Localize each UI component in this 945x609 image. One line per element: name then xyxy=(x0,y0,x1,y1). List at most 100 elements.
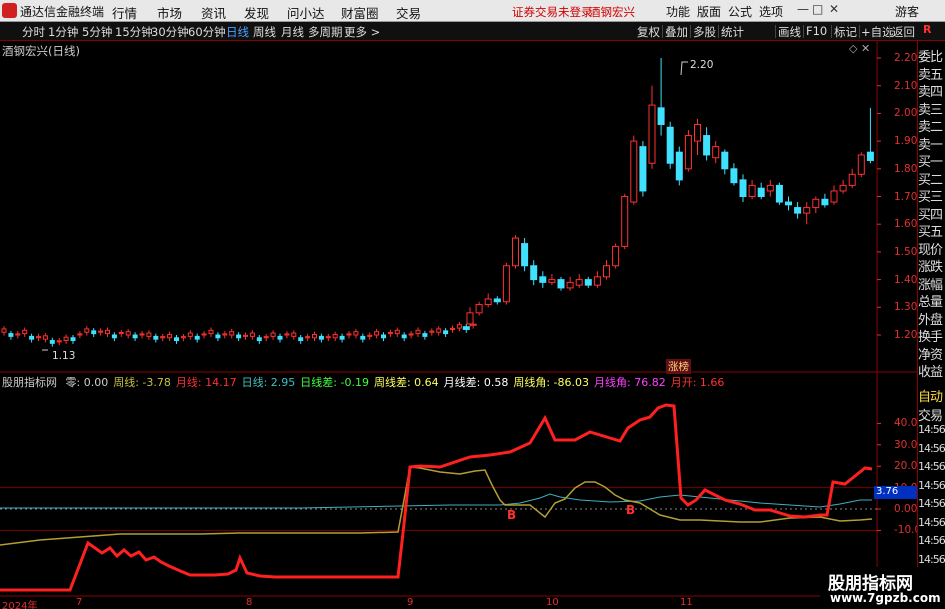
side-panel-trade-item[interactable]: 14:56 xyxy=(918,534,945,547)
candle-body xyxy=(215,334,221,339)
side-panel-item[interactable]: 换手 xyxy=(918,326,943,345)
candle-body xyxy=(367,334,373,337)
candle-body xyxy=(277,335,283,340)
candle-body xyxy=(521,243,529,267)
side-panel-item[interactable]: 买三 xyxy=(918,186,943,205)
indicator-title: 股朋指标网 零: 0.00 周线: -3.78 月线: 14.17 日线: 2.95 日… xyxy=(2,374,724,390)
side-panel-item[interactable]: 外盘 xyxy=(918,309,943,328)
candle-body xyxy=(339,335,345,340)
candle-body xyxy=(721,151,729,170)
candle-body xyxy=(675,151,683,181)
candle-body xyxy=(657,107,665,125)
candle-body xyxy=(575,279,583,286)
candle-body xyxy=(49,340,55,344)
side-panel-trade-item[interactable]: 14:56 xyxy=(918,553,945,566)
watermark-url: www.7gpzb.com xyxy=(830,591,941,605)
side-panel-item[interactable]: 卖三 xyxy=(918,99,943,118)
candle-body xyxy=(757,187,765,198)
side-panel-item[interactable]: 现价 xyxy=(918,239,943,258)
candle-body xyxy=(684,135,692,170)
side-panel-item[interactable]: 买五 xyxy=(918,221,943,240)
candle-body xyxy=(256,337,262,342)
candle-body xyxy=(63,336,69,342)
side-panel-item[interactable]: 买二 xyxy=(918,169,943,188)
indicator-field: 周线差: 0.64 xyxy=(373,376,439,389)
candle-body xyxy=(36,336,41,339)
settings-diamond-icon[interactable]: ◇ ✕ xyxy=(849,42,870,55)
side-panel-trade-item[interactable]: 14:56 xyxy=(918,460,945,473)
candle-body xyxy=(105,329,110,335)
candle-body xyxy=(8,333,14,337)
price-axis-tick: 1.60 xyxy=(894,218,918,231)
candle-body xyxy=(146,332,152,337)
candle-body xyxy=(229,331,235,336)
candle-body xyxy=(160,336,166,339)
candle-body xyxy=(387,332,393,335)
candle-body xyxy=(222,333,228,336)
candle-body xyxy=(794,207,802,214)
side-panel-trade-item[interactable]: 自动 xyxy=(918,386,943,405)
candle-body xyxy=(812,198,820,209)
side-panel-trade-item[interactable]: 14:56 xyxy=(918,442,945,455)
current-value-label: 3.76 xyxy=(874,486,918,499)
candle-body xyxy=(249,332,255,337)
candle-body xyxy=(712,146,720,159)
side-panel-trade-item[interactable]: 14:56 xyxy=(918,497,945,510)
side-panel-trade-item[interactable]: 14:56 xyxy=(918,516,945,529)
candle-body xyxy=(153,335,159,340)
side-panel-item[interactable]: 卖二 xyxy=(918,116,943,135)
side-panel-trade-item[interactable]: 交易 xyxy=(918,405,943,424)
side-panel-item[interactable]: 总量 xyxy=(918,291,943,310)
x-axis-label: 10 xyxy=(546,597,559,608)
x-axis-label: 11 xyxy=(680,597,693,608)
candle-body xyxy=(318,335,324,340)
kline-chart[interactable] xyxy=(0,0,945,609)
indicator-field: 月线差: 0.58 xyxy=(443,376,509,389)
candle-body xyxy=(493,298,501,303)
side-panel-item[interactable]: 委比 xyxy=(918,46,943,65)
candle-body xyxy=(666,126,674,164)
indicator-name: 股朋指标网 xyxy=(2,376,57,389)
candle-body xyxy=(530,265,538,281)
side-panel-item[interactable]: 卖五 xyxy=(918,64,943,83)
candle-body xyxy=(584,279,592,286)
candle-body xyxy=(748,184,756,197)
price-axis-tick: 2.20 xyxy=(894,52,918,64)
side-panel-item[interactable]: 涨幅 xyxy=(918,274,943,293)
candle-body xyxy=(174,337,179,342)
candle-body xyxy=(603,265,610,278)
candle-body xyxy=(857,154,865,175)
rank-badge[interactable]: 涨榜 xyxy=(666,359,691,374)
candle-body xyxy=(125,331,131,336)
indicator-field: 周线角: -86.03 xyxy=(513,376,590,389)
candle-body xyxy=(353,331,359,336)
candle-body xyxy=(346,333,352,336)
candle-body xyxy=(77,333,83,336)
side-panel-item[interactable]: 收益 xyxy=(918,361,943,380)
stock-name: 酒钢宏兴(日线) xyxy=(2,44,80,58)
low-price-label: 1.13 xyxy=(52,350,76,362)
indicator-field: 零: 0.00 xyxy=(65,376,109,389)
side-panel-item[interactable]: 卖四 xyxy=(918,81,943,100)
candle-body xyxy=(56,340,62,343)
candle-body xyxy=(118,332,124,335)
candle-body xyxy=(305,336,311,339)
candle-body xyxy=(548,279,556,283)
side-panel-trade-item[interactable]: 14:56 xyxy=(918,423,945,436)
indicator-field: 周线: -3.78 xyxy=(113,376,171,389)
candle-body xyxy=(194,335,200,340)
side-panel-item[interactable]: 卖一 xyxy=(918,134,943,153)
side-panel-item[interactable]: 买四 xyxy=(918,204,943,223)
candle-body xyxy=(284,333,290,336)
x-axis-label: 2024年 xyxy=(2,601,38,609)
side-panel-trade-item[interactable]: 14:56 xyxy=(918,479,945,492)
side-panel-item[interactable]: 涨跌 xyxy=(918,256,943,275)
candle-body xyxy=(374,331,380,336)
candle-body xyxy=(422,333,428,337)
candle-body xyxy=(111,334,117,339)
candle-body xyxy=(360,335,366,340)
candle-body xyxy=(298,337,304,342)
side-panel-item[interactable]: 净资 xyxy=(918,344,943,363)
side-panel-item[interactable]: 买一 xyxy=(918,151,943,170)
candle-body xyxy=(29,335,35,340)
